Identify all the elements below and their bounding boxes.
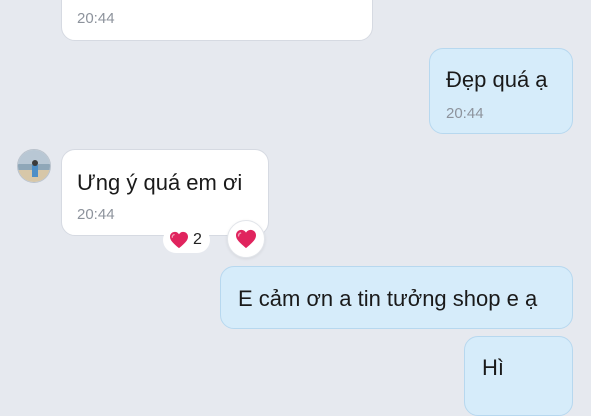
contact-avatar[interactable] xyxy=(17,149,51,183)
reaction-summary[interactable]: 2 xyxy=(163,227,210,253)
heart-icon xyxy=(235,229,257,249)
message-text: Ưng ý quá em ơi xyxy=(77,170,243,195)
message-text: Đẹp quá ạ xyxy=(446,67,548,92)
message-bubble-outgoing[interactable]: Đẹp quá ạ 20:44 xyxy=(429,48,573,134)
message-time: 20:44 xyxy=(446,105,484,122)
reaction-count: 2 xyxy=(193,231,202,248)
message-bubble-incoming[interactable]: 20:44 xyxy=(61,0,373,41)
message-bubble-outgoing[interactable]: Hì xyxy=(464,336,573,416)
heart-icon xyxy=(169,231,189,249)
message-bubble-outgoing[interactable]: E cảm ơn a tin tưởng shop e ạ xyxy=(220,266,573,329)
message-time: 20:44 xyxy=(77,10,115,27)
react-button[interactable] xyxy=(227,220,265,258)
message-time: 20:44 xyxy=(77,206,115,223)
message-text: Hì xyxy=(482,355,504,380)
message-text: E cảm ơn a tin tưởng shop e ạ xyxy=(238,286,538,311)
avatar-image xyxy=(18,150,50,182)
